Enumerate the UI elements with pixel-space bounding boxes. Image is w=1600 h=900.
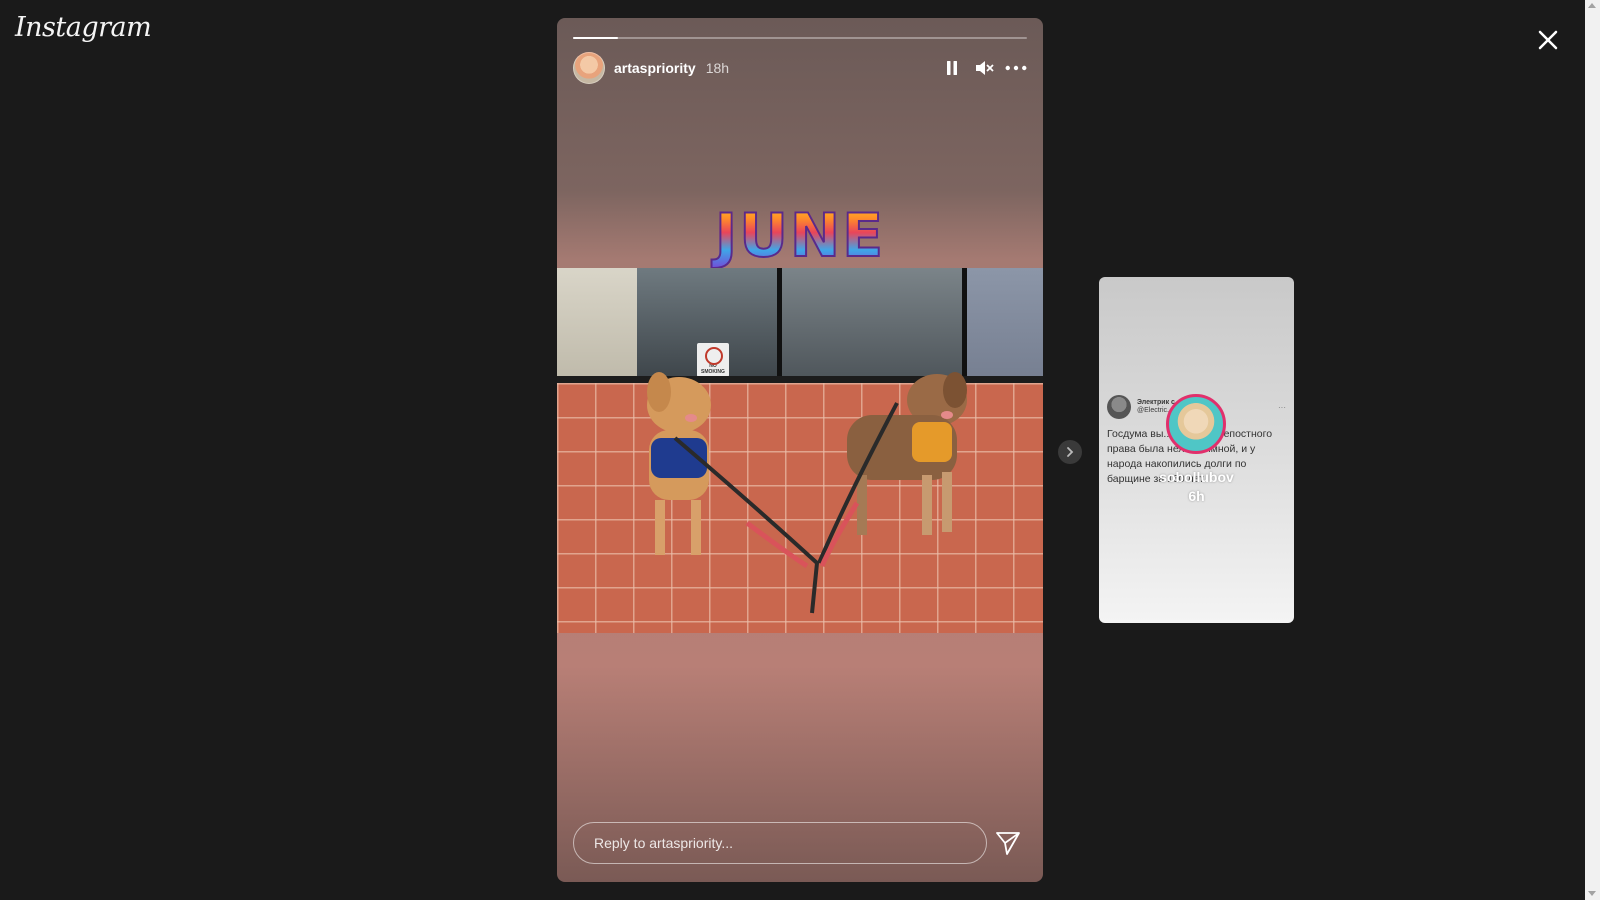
page-scrollbar[interactable]: [1585, 0, 1600, 900]
scroll-down-icon[interactable]: [1588, 891, 1596, 896]
story-photo: NO SMOKING: [557, 268, 1043, 633]
reply-input[interactable]: [573, 822, 987, 864]
story-controls: [941, 57, 1027, 79]
muted-speaker-icon: [976, 61, 994, 75]
preview-avatar[interactable]: [1166, 394, 1226, 454]
close-icon: [1538, 30, 1558, 50]
close-button[interactable]: [1530, 22, 1566, 58]
preview-timestamp: 6h: [1188, 488, 1205, 504]
more-options-button[interactable]: [1005, 57, 1027, 79]
story-timestamp: 18h: [705, 60, 730, 76]
next-story-preview[interactable]: Электрик с ... @Electric... ··· Госдума …: [1099, 277, 1294, 623]
pause-icon: [947, 61, 957, 75]
send-icon: [996, 832, 1020, 855]
send-button[interactable]: [995, 830, 1021, 856]
pause-button[interactable]: [941, 57, 963, 79]
next-story-button[interactable]: [1058, 440, 1082, 464]
story-viewer[interactable]: artaspriority 18h JUNE NO SMOKING Reply …: [557, 18, 1043, 882]
preview-username: sobollubov: [1159, 469, 1234, 485]
tweet-avatar: [1107, 395, 1131, 419]
avatar[interactable]: [573, 52, 605, 84]
story-progress-fill: [573, 37, 619, 39]
more-options-icon: [1005, 65, 1027, 71]
scroll-up-icon[interactable]: [1588, 3, 1596, 8]
story-progress-bar: [573, 37, 1027, 39]
instagram-logo[interactable]: Instagram: [15, 12, 152, 43]
leashes: [673, 402, 899, 614]
mute-toggle-button[interactable]: [973, 57, 995, 79]
chevron-right-icon: [1067, 447, 1074, 457]
june-sticker: JUNE: [557, 200, 1043, 272]
tweet-more-icon: ···: [1278, 402, 1286, 412]
story-username[interactable]: artaspriority: [614, 60, 696, 76]
story-header: artaspriority 18h: [573, 52, 1027, 84]
